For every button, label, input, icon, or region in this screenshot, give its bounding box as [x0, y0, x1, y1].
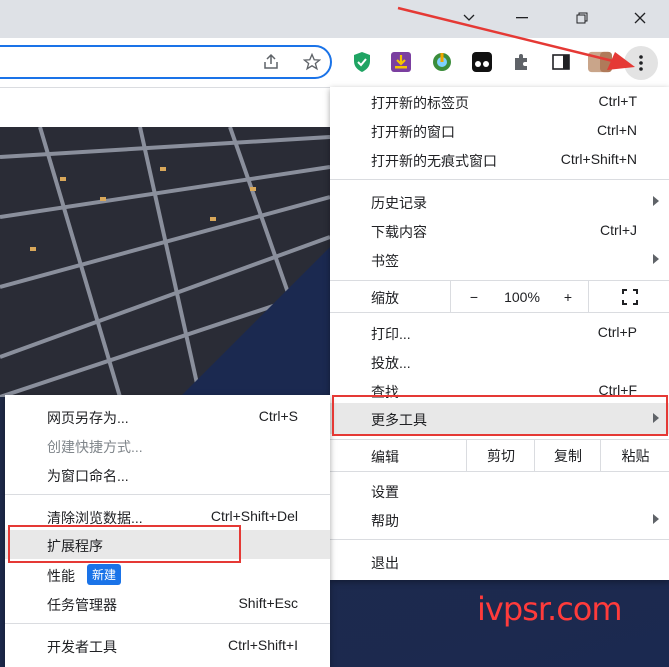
menu-item-exit[interactable]: 退出	[330, 547, 669, 576]
more-tools-submenu: 网页另存为... Ctrl+S 创建快捷方式... 为窗口命名... 清除浏览数据…	[5, 395, 330, 667]
bookmark-star-icon[interactable]	[300, 50, 324, 74]
submenu-item-extensions[interactable]: 扩展程序	[5, 530, 330, 559]
menu-item-new-incognito[interactable]: 打开新的无痕式窗口 Ctrl+Shift+N	[330, 145, 669, 174]
menu-item-history[interactable]: 历史记录	[330, 187, 669, 216]
new-badge: 新建	[87, 564, 122, 585]
edit-label: 编辑	[371, 449, 399, 465]
menu-item-bookmarks[interactable]: 书签	[330, 245, 669, 274]
paste-button[interactable]: 粘贴	[600, 440, 669, 471]
submenu-item-dev-tools[interactable]: 开发者工具 Ctrl+Shift+I	[5, 631, 330, 660]
copy-button[interactable]: 复制	[534, 440, 601, 471]
shield-extension-icon[interactable]	[350, 50, 374, 74]
zoom-level: 100%	[504, 288, 540, 305]
edit-row: 编辑 剪切 复制 粘贴	[330, 439, 669, 472]
menu-item-settings[interactable]: 设置	[330, 476, 669, 505]
zoom-row: 缩放 − 100% +	[330, 280, 669, 313]
zoom-label: 缩放	[371, 290, 399, 306]
submenu-item-create-shortcut: 创建快捷方式...	[47, 439, 143, 455]
submenu-divider	[5, 623, 330, 624]
submenu-arrow-icon	[653, 413, 659, 423]
watermark-text: ivpsr.com	[477, 590, 623, 628]
page-blank-area	[0, 87, 330, 127]
bridge-truss-image	[0, 127, 330, 397]
share-icon[interactable]	[259, 50, 283, 74]
menu-item-downloads[interactable]: 下载内容 Ctrl+J	[330, 216, 669, 245]
submenu-item-clear-data[interactable]: 清除浏览数据... Ctrl+Shift+Del	[5, 502, 330, 531]
zoom-in-button[interactable]: +	[548, 281, 588, 312]
menu-item-print[interactable]: 打印... Ctrl+P	[330, 318, 669, 347]
cut-button[interactable]: 剪切	[466, 440, 535, 471]
menu-item-new-window[interactable]: 打开新的窗口 Ctrl+N	[330, 116, 669, 145]
submenu-item-performance[interactable]: 性能 新建	[5, 560, 330, 589]
menu-item-more-tools[interactable]: 更多工具	[330, 403, 669, 434]
fullscreen-button[interactable]	[588, 281, 669, 312]
fullscreen-icon	[621, 288, 638, 305]
menu-divider	[330, 539, 669, 540]
menu-item-new-tab[interactable]: 打开新的标签页 Ctrl+T	[330, 87, 669, 116]
submenu-divider	[5, 494, 330, 495]
submenu-arrow-icon	[653, 196, 659, 206]
annotation-arrow-icon	[397, 6, 635, 70]
chrome-main-menu: 打开新的标签页 Ctrl+T 打开新的窗口 Ctrl+N 打开新的无痕式窗口 Ctrl…	[330, 87, 669, 580]
menu-item-help[interactable]: 帮助	[330, 505, 669, 534]
menu-item-find[interactable]: 查找... Ctrl+F	[330, 376, 669, 405]
submenu-arrow-icon	[653, 254, 659, 264]
zoom-out-button[interactable]: −	[450, 281, 497, 312]
menu-divider	[330, 179, 669, 180]
submenu-item-name-window[interactable]: 为窗口命名...	[5, 460, 330, 489]
menu-item-cast[interactable]: 投放...	[330, 347, 669, 376]
submenu-item-save-page[interactable]: 网页另存为... Ctrl+S	[5, 402, 330, 431]
submenu-arrow-icon	[653, 514, 659, 524]
submenu-item-task-manager[interactable]: 任务管理器 Shift+Esc	[5, 589, 330, 618]
